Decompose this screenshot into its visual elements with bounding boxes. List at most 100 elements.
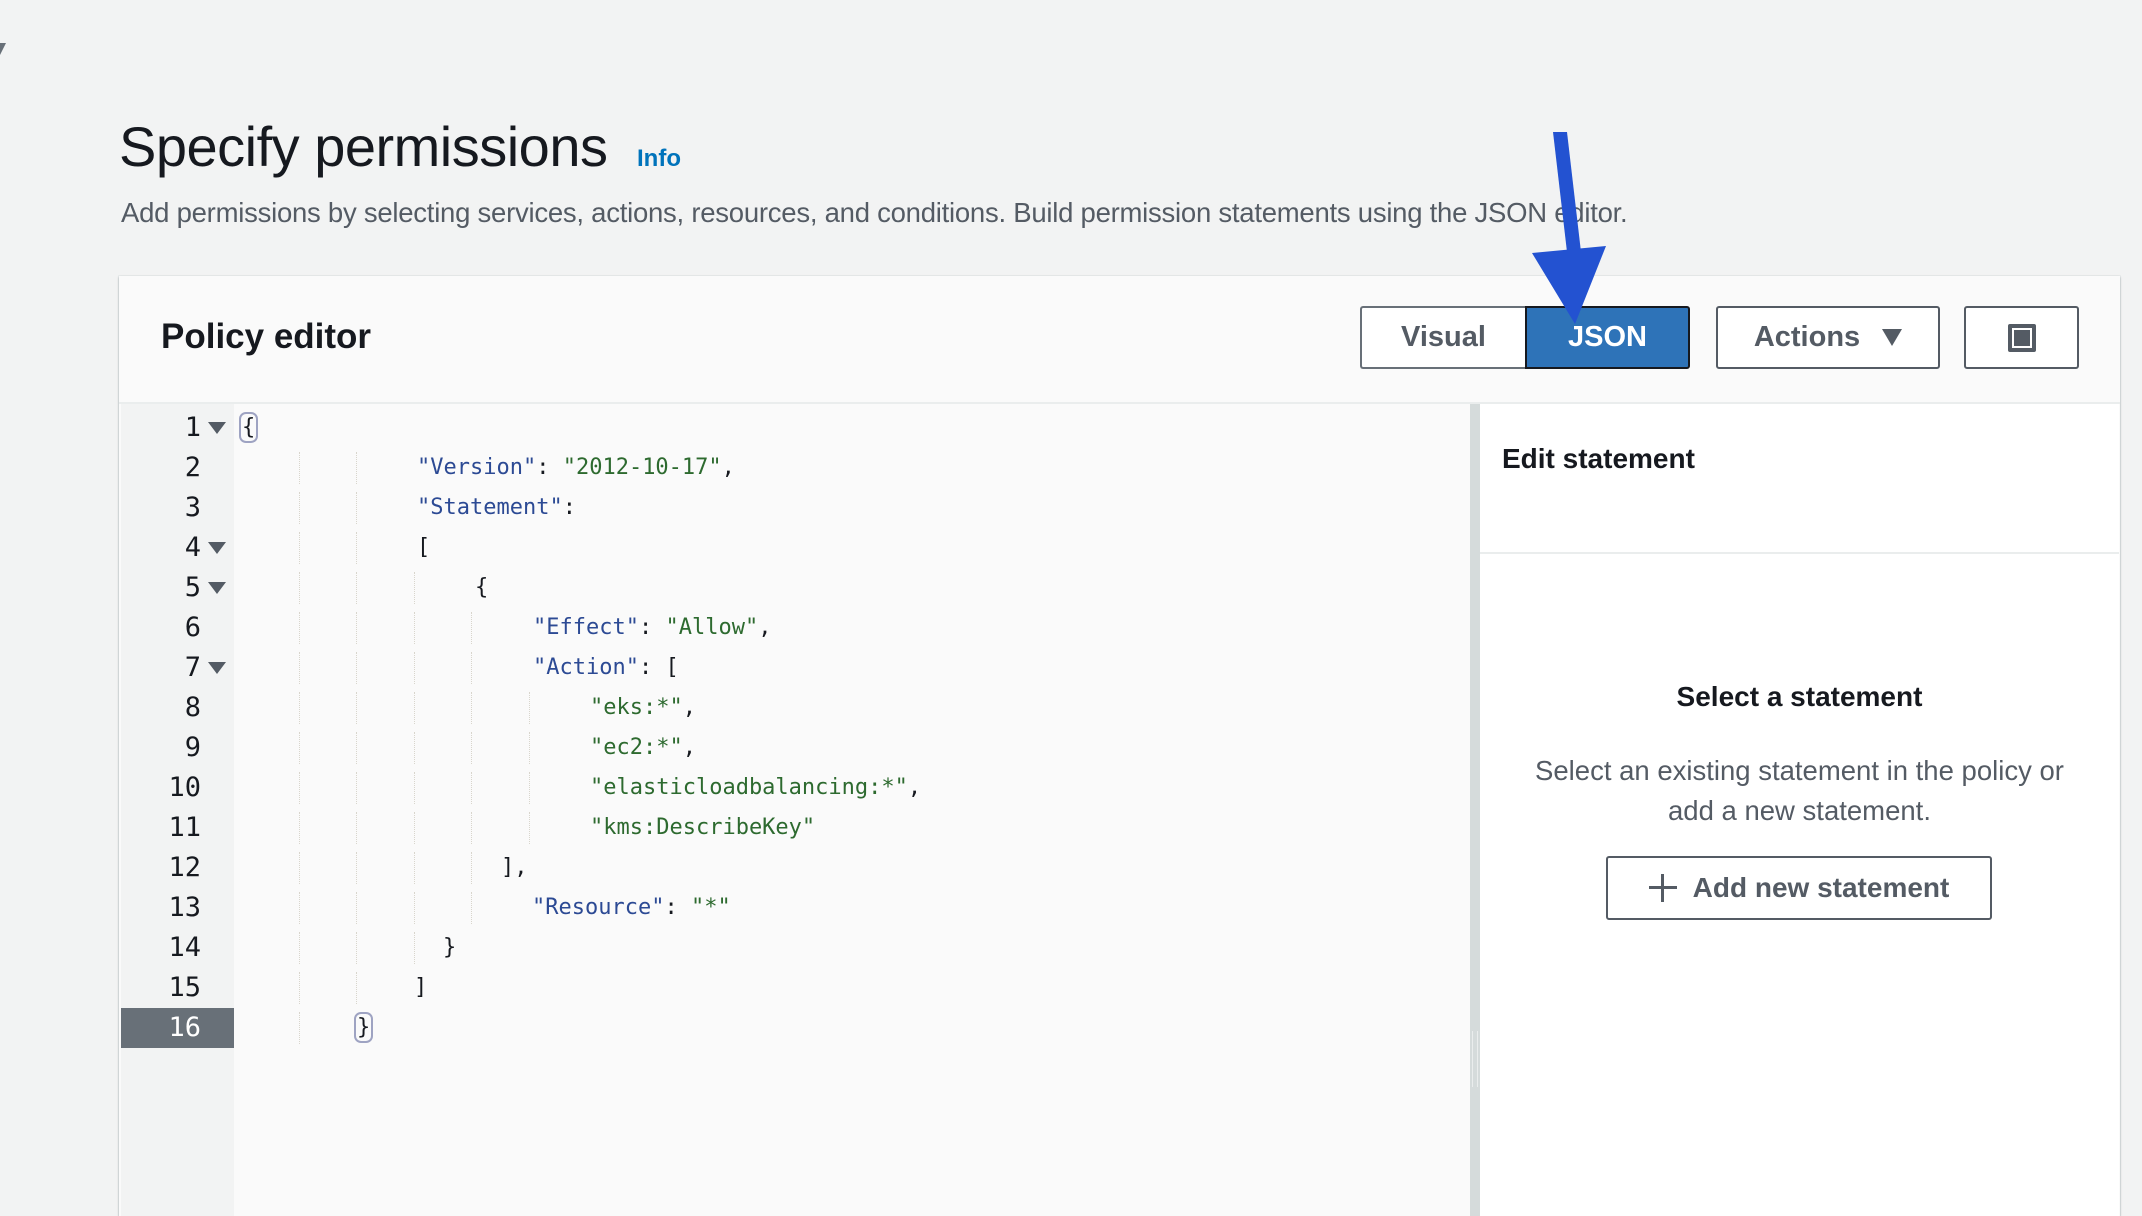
indent-guide bbox=[471, 892, 472, 924]
indent-guide bbox=[299, 1012, 300, 1044]
indent-guide bbox=[299, 892, 300, 924]
line-number-text: 3 bbox=[184, 492, 201, 523]
line-number: 15 bbox=[121, 968, 234, 1008]
indent-guide bbox=[356, 812, 357, 844]
fold-toggle-icon[interactable] bbox=[208, 422, 226, 434]
json-key: "Version" bbox=[417, 455, 537, 480]
json-mode-button[interactable]: JSON bbox=[1525, 306, 1690, 369]
code-line[interactable]: 16} bbox=[119, 1008, 1470, 1048]
indent-guide bbox=[356, 932, 357, 964]
visual-mode-button[interactable]: Visual bbox=[1360, 306, 1525, 369]
indent-guide bbox=[414, 572, 415, 604]
empty-state-description: Select an existing statement in the poli… bbox=[1535, 755, 2064, 826]
code-line[interactable]: 6 "Effect": "Allow", bbox=[119, 608, 1470, 648]
line-number: 4 bbox=[121, 528, 234, 568]
actions-dropdown-button[interactable]: Actions bbox=[1716, 306, 1940, 369]
code-line[interactable]: 11 "kms:DescribeKey" bbox=[119, 808, 1470, 848]
json-key: "Statement" bbox=[417, 495, 563, 520]
json-punctuation: , bbox=[682, 735, 696, 760]
info-link[interactable]: Info bbox=[637, 144, 681, 174]
code-line[interactable]: 3 "Statement": bbox=[119, 488, 1470, 528]
fold-toggle-icon[interactable] bbox=[208, 582, 226, 594]
line-number-text: 10 bbox=[168, 772, 201, 803]
json-code-editor[interactable]: 1{ 2 "Version": "2012-10-17", 3 "Statement":… bbox=[119, 404, 1470, 1216]
indent-guide bbox=[414, 932, 415, 964]
line-number-text: 5 bbox=[184, 572, 201, 603]
line-number: 2 bbox=[121, 448, 234, 488]
indent-guide bbox=[299, 732, 300, 764]
empty-state-title: Select a statement bbox=[1676, 681, 1923, 712]
code-line[interactable]: 8 "eks:*", bbox=[119, 688, 1470, 728]
page-description: Add permissions by selecting services, a… bbox=[121, 197, 1628, 228]
indent-guide bbox=[471, 692, 472, 724]
code-text: [ bbox=[417, 528, 430, 568]
edit-statement-title: Edit statement bbox=[1502, 443, 1695, 474]
code-text: "Version": "2012-10-17", bbox=[417, 448, 735, 488]
add-new-statement-button[interactable]: Add new statement bbox=[1606, 856, 1992, 920]
line-number: 9 bbox=[121, 728, 234, 768]
indent-guide bbox=[356, 452, 357, 484]
code-line[interactable]: 12], bbox=[119, 848, 1470, 888]
collapsed-nav-caret-icon[interactable] bbox=[0, 43, 6, 55]
line-number: 8 bbox=[121, 688, 234, 728]
indent-guide bbox=[299, 452, 300, 484]
indent-guide bbox=[356, 492, 357, 524]
editor-mode-toggle: Visual JSON bbox=[1360, 306, 1690, 369]
fullscreen-icon bbox=[2007, 323, 2036, 352]
code-line[interactable]: 9 "ec2:*", bbox=[119, 728, 1470, 768]
code-line[interactable]: 5{ bbox=[119, 568, 1470, 608]
line-number-text: 12 bbox=[168, 852, 201, 883]
indent-guide bbox=[299, 692, 300, 724]
line-number-text: 15 bbox=[168, 972, 201, 1003]
code-text: "Resource": "*" bbox=[532, 888, 731, 928]
indent-guide bbox=[471, 812, 472, 844]
arrow-shaft bbox=[1553, 132, 1581, 252]
json-punctuation: } bbox=[353, 1012, 374, 1043]
fold-toggle-icon[interactable] bbox=[208, 662, 226, 674]
json-key: "Action" bbox=[533, 655, 639, 680]
page-title: Specify permissions bbox=[119, 115, 608, 178]
code-line[interactable]: 1{ bbox=[119, 408, 1470, 448]
actions-label: Actions bbox=[1753, 321, 1861, 353]
json-punctuation: : bbox=[638, 615, 666, 640]
indent-guide bbox=[414, 812, 415, 844]
line-number-text: 2 bbox=[184, 452, 201, 483]
code-line[interactable]: 13 "Resource": "*" bbox=[119, 888, 1470, 928]
code-text: } bbox=[353, 1008, 374, 1048]
line-number: 10 bbox=[121, 768, 234, 808]
indent-guide bbox=[529, 772, 530, 804]
indent-guide bbox=[356, 892, 357, 924]
line-number: 16 bbox=[121, 1008, 234, 1048]
indent-guide bbox=[529, 692, 530, 724]
json-key: "Resource" bbox=[532, 895, 665, 920]
code-line[interactable]: 7 "Action": [ bbox=[119, 648, 1470, 688]
indent-guide bbox=[356, 732, 357, 764]
line-number-text: 11 bbox=[168, 812, 201, 843]
edit-statement-panel: Edit statement Select a statement Select… bbox=[1480, 404, 2119, 1216]
json-string: "eks:*" bbox=[590, 695, 683, 720]
code-text: "ec2:*", bbox=[590, 728, 696, 768]
code-line[interactable]: 2 "Version": "2012-10-17", bbox=[119, 448, 1470, 488]
panel-resize-handle[interactable] bbox=[1470, 404, 1480, 1216]
code-line[interactable]: 14} bbox=[119, 928, 1470, 968]
code-line[interactable]: 10 "elasticloadbalancing:*", bbox=[119, 768, 1470, 808]
indent-guide bbox=[299, 772, 300, 804]
indent-guide bbox=[471, 612, 472, 644]
code-text: ] bbox=[414, 968, 427, 1008]
code-line[interactable]: 15] bbox=[119, 968, 1470, 1008]
line-number: 3 bbox=[121, 488, 234, 528]
code-text: "kms:DescribeKey" bbox=[590, 808, 815, 848]
json-punctuation: ], bbox=[501, 855, 528, 880]
json-punctuation: [ bbox=[417, 535, 431, 560]
indent-guide bbox=[299, 972, 300, 1004]
json-punctuation: : [ bbox=[638, 655, 679, 680]
fullscreen-button[interactable] bbox=[1964, 306, 2079, 369]
code-text: } bbox=[443, 928, 456, 968]
fold-toggle-icon[interactable] bbox=[208, 542, 226, 554]
indent-guide bbox=[471, 772, 472, 804]
line-number-text: 13 bbox=[168, 892, 201, 923]
code-text: "Statement": bbox=[417, 488, 576, 528]
indent-guide bbox=[356, 572, 357, 604]
code-line[interactable]: 4[ bbox=[119, 528, 1470, 568]
line-number-text: 1 bbox=[184, 412, 201, 443]
